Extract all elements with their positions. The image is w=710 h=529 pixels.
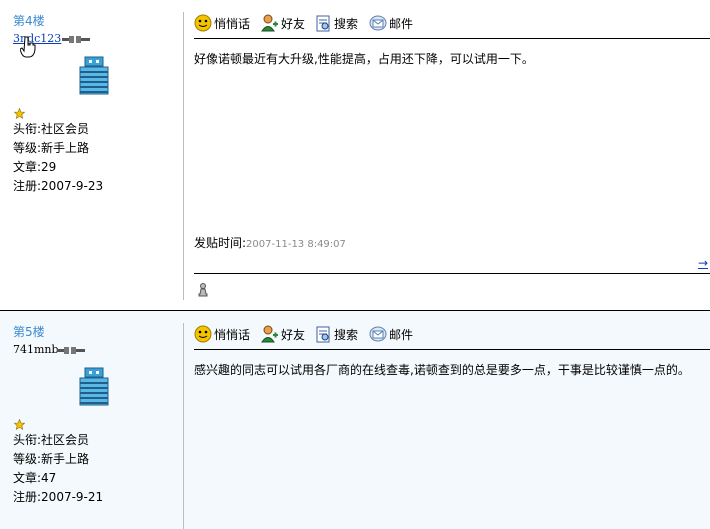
post-time-label: 发贴时间: xyxy=(194,236,247,250)
mail-button[interactable]: 邮件 xyxy=(369,326,413,343)
search-doc-icon xyxy=(316,15,330,31)
user-title: 头衔:社区会员 xyxy=(13,433,90,447)
floor-number: 第5楼 xyxy=(13,325,45,339)
rank-star-icon xyxy=(14,108,25,119)
mail-label: 邮件 xyxy=(389,16,414,31)
mail-label: 邮件 xyxy=(389,327,414,342)
friend-label: 好友 xyxy=(281,16,306,31)
robot-avatar xyxy=(79,56,109,95)
hand-cursor-icon xyxy=(20,36,36,58)
column-divider xyxy=(183,12,184,300)
user-articles: 文章:29 xyxy=(13,160,57,174)
next-arrow-link[interactable]: → xyxy=(698,256,708,270)
user-level: 等级:新手上路 xyxy=(13,141,90,155)
post-content: 好像诺顿最近有大升级,性能提高，占用还下降，可以试用一下。 xyxy=(194,52,534,66)
post-time: 发贴时间:2007-11-13 8:49:07 xyxy=(194,234,346,251)
post-toolbar: 悄悄话 好友 搜索 邮件 xyxy=(194,323,424,345)
search-label: 搜索 xyxy=(334,327,359,342)
whisper-icon xyxy=(194,325,212,343)
mail-button[interactable]: 邮件 xyxy=(369,15,413,32)
floor-number: 第4楼 xyxy=(13,14,45,28)
post-time-value: 2007-11-13 8:49:07 xyxy=(246,239,346,250)
user-registered: 注册:2007-9-21 xyxy=(13,490,104,504)
add-friend-icon xyxy=(261,325,279,343)
robot-avatar xyxy=(79,367,109,406)
add-friend-icon xyxy=(261,14,279,32)
user-level: 等级:新手上路 xyxy=(13,452,90,466)
friend-label: 好友 xyxy=(281,327,306,342)
post-body: 悄悄话 好友 搜索 xyxy=(194,311,710,529)
search-button[interactable]: 搜索 xyxy=(316,326,358,343)
whisper-button[interactable]: 悄悄话 xyxy=(194,14,250,32)
friend-button[interactable]: 好友 xyxy=(261,14,305,32)
ip-pawn-icon[interactable] xyxy=(198,283,208,297)
whisper-label: 悄悄话 xyxy=(214,16,251,31)
post-footer-separator xyxy=(194,273,710,274)
post-content: 感兴趣的同志可以试用各厂商的在线查毒,诺顿查到的总是要多一点，干事是比较谨慎一点… xyxy=(194,363,690,377)
user-title: 头衔:社区会员 xyxy=(13,122,90,136)
column-divider xyxy=(183,323,184,529)
author-username-link[interactable]: 741mnb xyxy=(13,343,59,356)
mail-icon xyxy=(369,326,387,342)
rank-star-icon xyxy=(14,419,25,430)
toolbar-separator xyxy=(194,38,710,39)
search-doc-icon xyxy=(316,326,330,342)
toolbar-separator xyxy=(194,349,710,350)
user-articles: 文章:47 xyxy=(13,471,57,485)
post-floor-5: 第5楼 741mnb 头衔:社区会员 等级:新手上路 文章:47 注册:2007… xyxy=(0,310,710,529)
post-floor-4: 第4楼 3ndc123 头衔:社区会员 等级:新手上路 文章:29 注册:200… xyxy=(0,0,710,311)
user-registered: 注册:2007-9-23 xyxy=(13,179,104,193)
author-panel: 第4楼 3ndc123 头衔:社区会员 等级:新手上路 文章:29 注册:200… xyxy=(0,0,183,311)
mail-icon xyxy=(369,15,387,31)
post-toolbar: 悄悄话 好友 搜索 邮件 xyxy=(194,12,424,34)
whisper-button[interactable]: 悄悄话 xyxy=(194,325,250,343)
whisper-icon xyxy=(194,14,212,32)
search-button[interactable]: 搜索 xyxy=(316,15,358,32)
author-panel: 第5楼 741mnb 头衔:社区会员 等级:新手上路 文章:47 注册:2007… xyxy=(0,311,183,529)
whisper-label: 悄悄话 xyxy=(214,327,251,342)
offline-plug-icon xyxy=(62,36,90,43)
search-label: 搜索 xyxy=(334,16,359,31)
friend-button[interactable]: 好友 xyxy=(261,325,305,343)
offline-plug-icon xyxy=(57,347,85,354)
post-body: 悄悄话 好友 搜索 xyxy=(194,0,710,311)
